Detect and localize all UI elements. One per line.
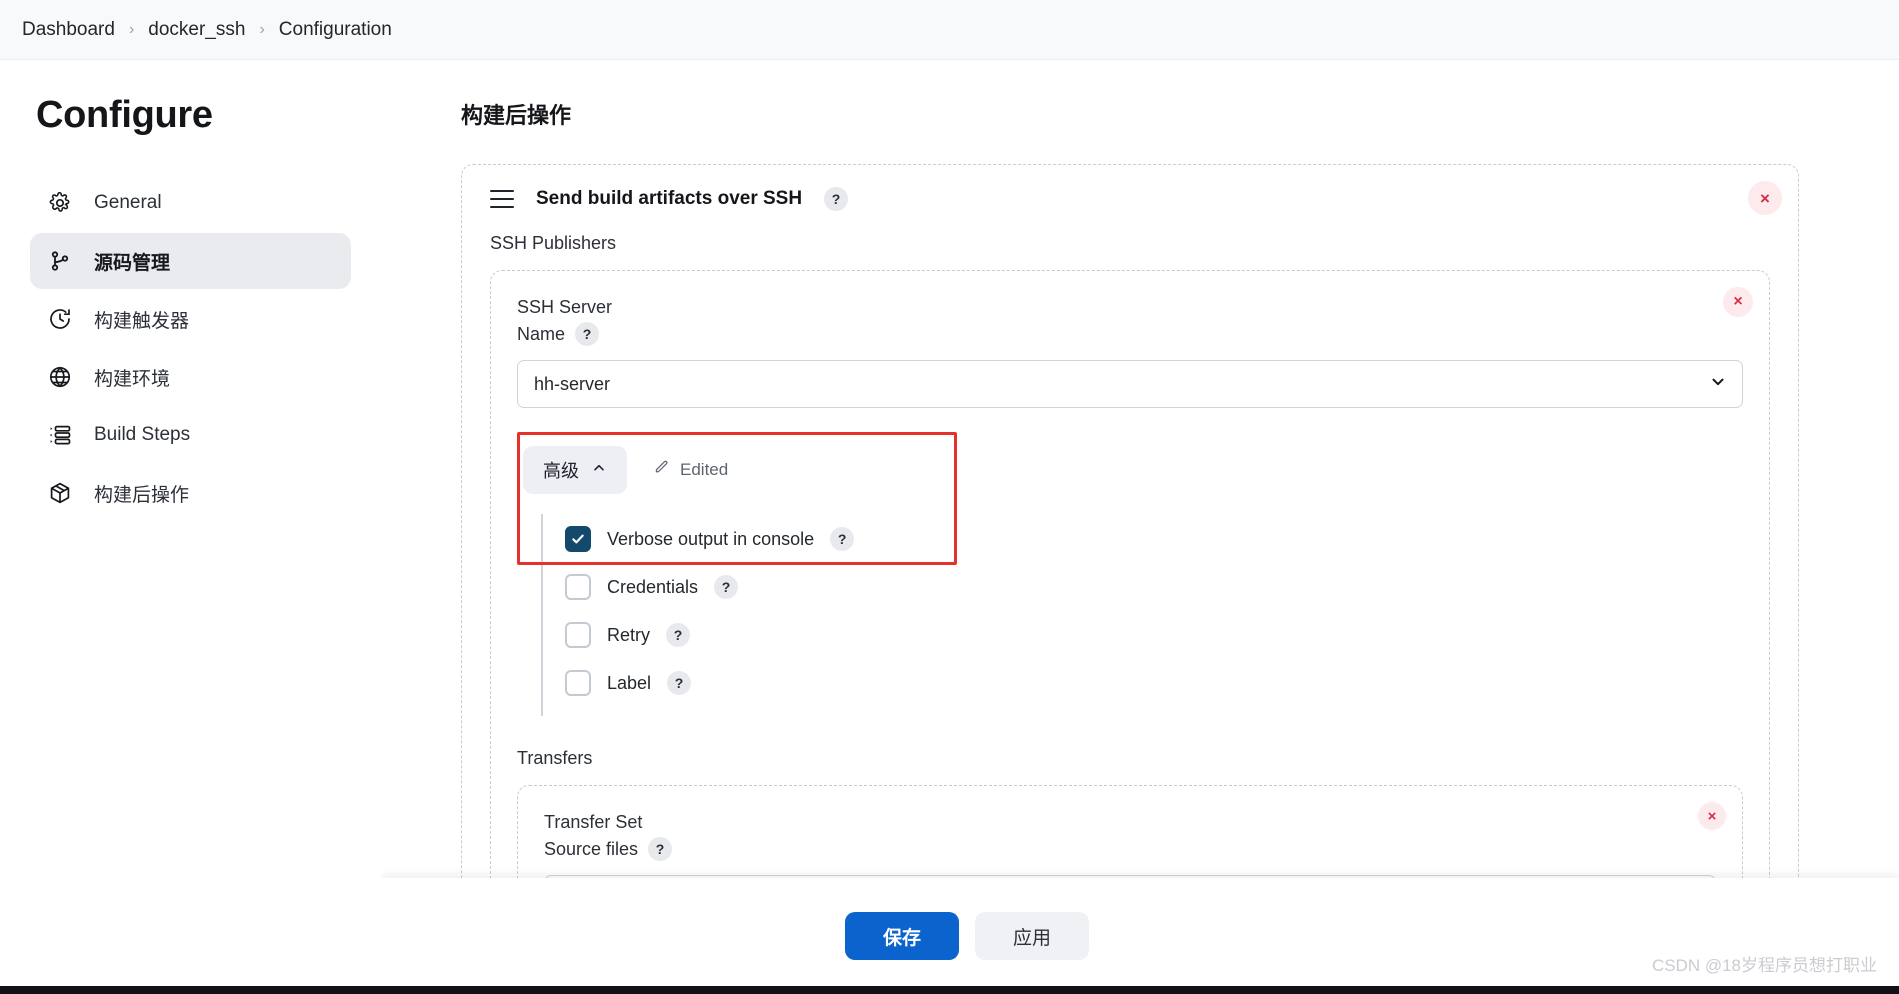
drag-handle-icon[interactable] — [490, 190, 514, 208]
sidebar-item-build-triggers[interactable]: 构建触发器 — [30, 291, 351, 347]
sidebar-item-label: 构建环境 — [94, 368, 171, 390]
checkbox-label: Label — [607, 672, 652, 693]
help-icon[interactable]: ? — [830, 527, 855, 551]
advanced-checkbox-group: Verbose output in console ? Credentials … — [541, 514, 1743, 716]
checkbox-row-retry[interactable]: Retry ? — [565, 616, 1743, 654]
advanced-section: 高级 Edited Verbose output in console ? Cr… — [517, 424, 1743, 722]
gear-icon — [46, 189, 74, 217]
bottom-strip — [0, 986, 1899, 994]
git-branch-icon — [46, 247, 74, 275]
sidebar-item-scm[interactable]: 源码管理 — [30, 233, 351, 289]
page-body: Configure General 源码管理 构建触发器 构建环境 Build … — [0, 60, 1899, 994]
breadcrumb-item-dashboard[interactable]: Dashboard — [22, 19, 115, 41]
checkbox-label: Credentials — [607, 576, 699, 597]
help-icon[interactable]: ? — [575, 322, 600, 346]
checkbox-label: Verbose output in console — [607, 528, 815, 549]
help-icon[interactable]: ? — [667, 671, 692, 695]
sidebar-item-label: 构建后操作 — [94, 484, 190, 506]
ssh-server-card: × SSH Server Name ? hh-server 高级 Edited … — [490, 270, 1770, 983]
sidebar-item-post-build-actions[interactable]: 构建后操作 — [30, 465, 351, 521]
breadcrumb: Dashboard › docker_ssh › Configuration — [0, 0, 1899, 60]
label-checkbox[interactable] — [565, 670, 591, 696]
checkbox-row-label[interactable]: Label ? — [565, 664, 1743, 702]
sidebar-item-label: 源码管理 — [94, 252, 171, 274]
advanced-toggle-label: 高级 — [543, 461, 579, 481]
edited-label: Edited — [680, 460, 729, 479]
source-files-text: Source files — [544, 838, 639, 859]
transfer-set-title: Transfer Set — [544, 812, 643, 832]
watermark: CSDN @18岁程序员想打职业 — [1651, 956, 1877, 975]
publisher-card-header: Send build artifacts over SSH ? — [490, 187, 1770, 211]
pencil-icon — [653, 459, 670, 481]
verbose-output-checkbox[interactable] — [565, 526, 591, 552]
sidebar: Configure General 源码管理 构建触发器 构建环境 Build … — [0, 60, 381, 994]
transfers-label: Transfers — [517, 748, 593, 768]
sidebar-item-label: 构建触发器 — [94, 310, 190, 332]
ssh-publishers-label: SSH Publishers — [490, 233, 617, 253]
sidebar-item-label: General — [94, 192, 162, 213]
ssh-server-label: SSH Server — [517, 297, 613, 317]
package-icon — [46, 479, 74, 507]
checkbox-row-credentials[interactable]: Credentials ? — [565, 568, 1743, 606]
breadcrumb-separator: › — [259, 20, 265, 38]
apply-button[interactable]: 应用 — [975, 912, 1089, 960]
form-footer: 保存 应用 — [381, 878, 1899, 994]
ssh-server-name-text: Name — [517, 323, 566, 344]
breadcrumb-separator: › — [128, 20, 135, 38]
ssh-server-select-wrapper: hh-server — [517, 360, 1743, 408]
help-icon[interactable]: ? — [714, 575, 739, 599]
breadcrumb-item-job[interactable]: docker_ssh — [148, 19, 245, 41]
sidebar-item-build-environment[interactable]: 构建环境 — [30, 349, 351, 405]
publisher-title: Send build artifacts over SSH — [536, 188, 803, 209]
sidebar-item-general[interactable]: General — [30, 175, 351, 231]
ssh-server-name-label: Name ? — [517, 322, 1743, 346]
help-icon[interactable]: ? — [648, 837, 673, 861]
breadcrumb-item-configuration[interactable]: Configuration — [279, 19, 392, 41]
sidebar-item-build-steps[interactable]: Build Steps — [30, 407, 351, 463]
section-title: 构建后操作 — [461, 103, 572, 128]
edited-status: Edited — [653, 459, 728, 481]
advanced-toggle-button[interactable]: 高级 — [523, 446, 627, 494]
sidebar-item-label: Build Steps — [94, 424, 191, 445]
publisher-card: × Send build artifacts over SSH ? SSH Pu… — [461, 164, 1799, 994]
page-title: Configure — [36, 94, 213, 136]
help-icon[interactable]: ? — [824, 187, 849, 211]
ssh-server-select[interactable]: hh-server — [517, 360, 1743, 408]
remove-ssh-server-button[interactable]: × — [1723, 287, 1753, 317]
retry-checkbox[interactable] — [565, 622, 591, 648]
save-button[interactable]: 保存 — [845, 912, 959, 960]
help-icon[interactable]: ? — [666, 623, 691, 647]
remove-transfer-set-button[interactable]: × — [1698, 802, 1726, 830]
list-icon — [46, 421, 74, 449]
main-content: 构建后操作 × Send build artifacts over SSH ? … — [381, 60, 1899, 994]
remove-publisher-button[interactable]: × — [1748, 181, 1782, 215]
credentials-checkbox[interactable] — [565, 574, 591, 600]
source-files-label: Source files ? — [544, 837, 1716, 861]
advanced-row: 高级 Edited — [523, 446, 1743, 494]
checkbox-label: Retry — [607, 624, 651, 645]
clock-icon — [46, 305, 74, 333]
globe-icon — [46, 363, 74, 391]
checkbox-row-verbose[interactable]: Verbose output in console ? — [565, 520, 1743, 558]
chevron-up-icon — [591, 460, 607, 481]
